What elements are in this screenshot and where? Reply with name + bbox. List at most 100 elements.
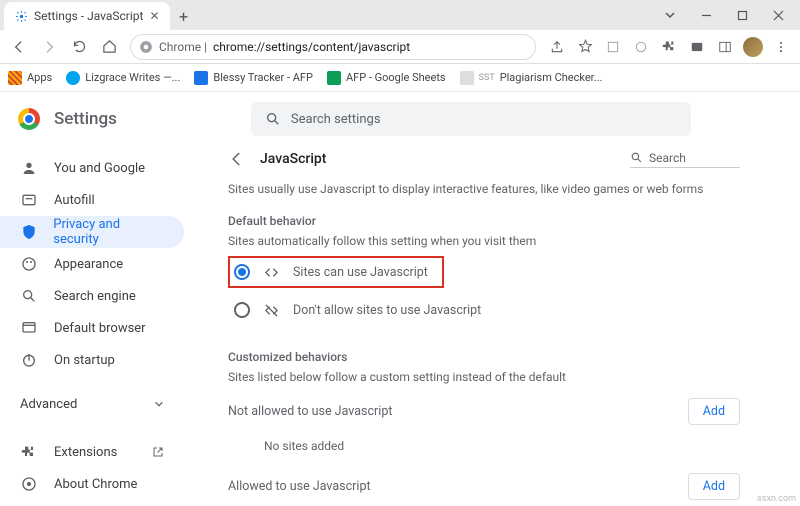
apps-icon: [8, 71, 22, 85]
site-icon: [460, 71, 474, 85]
reload-icon[interactable]: [66, 34, 92, 60]
gear-icon: [14, 9, 28, 23]
search-icon: [20, 288, 38, 304]
sidebar-item-label: Privacy and security: [53, 217, 164, 247]
customized-sub: Sites listed below follow a custom setti…: [228, 370, 740, 384]
bookmark-item[interactable]: Blessy Tracker - AFP: [194, 71, 313, 85]
shield-icon: [20, 224, 37, 240]
add-not-allowed-button[interactable]: Add: [688, 398, 740, 425]
sidebar-item-you-and-google[interactable]: You and Google: [0, 152, 184, 184]
bookmark-item[interactable]: Lizgrace Writes —...: [66, 71, 180, 85]
browser-tab[interactable]: Settings - JavaScript ✕: [4, 2, 170, 30]
radio-selected-icon: [234, 264, 250, 280]
tab-close-icon[interactable]: ✕: [149, 9, 159, 23]
chevron-down-icon[interactable]: [652, 1, 688, 29]
add-allowed-button[interactable]: Add: [688, 473, 740, 500]
no-sites-text: No sites added: [228, 500, 740, 506]
sidebar-advanced[interactable]: Advanced: [0, 386, 198, 422]
new-tab-button[interactable]: +: [170, 2, 198, 30]
no-sites-text: No sites added: [228, 425, 740, 459]
puzzle-icon[interactable]: [656, 34, 682, 60]
sidebar-item-appearance[interactable]: Appearance: [0, 248, 184, 280]
bookmark-label: Apps: [27, 71, 52, 84]
avatar[interactable]: [740, 34, 766, 60]
side-panel-icon[interactable]: [712, 34, 738, 60]
menu-icon[interactable]: [768, 34, 794, 60]
tab-title: Settings - JavaScript: [34, 9, 143, 23]
settings-sidebar: You and Google Autofill Privacy and secu…: [0, 146, 198, 506]
bookmark-label: AFP - Google Sheets: [346, 71, 446, 84]
bookmark-item[interactable]: SSTPlagiarism Checker...: [460, 71, 603, 85]
back-icon[interactable]: [6, 34, 32, 60]
extension-icon-1[interactable]: [628, 34, 654, 60]
back-icon[interactable]: [228, 150, 246, 168]
not-allowed-heading: Not allowed to use Javascript: [228, 404, 392, 419]
browser-icon: [20, 320, 38, 336]
code-icon: [264, 265, 279, 280]
site-icon: [66, 71, 80, 85]
star-icon[interactable]: [572, 34, 598, 60]
search-icon: [265, 111, 281, 127]
sidebar-item-privacy[interactable]: Privacy and security: [0, 216, 184, 248]
maximize-icon[interactable]: [724, 1, 760, 29]
address-bar[interactable]: Chrome | chrome://settings/content/javas…: [130, 34, 536, 60]
sidebar-item-label: Search engine: [54, 289, 136, 304]
sidebar-item-default-browser[interactable]: Default browser: [0, 312, 184, 344]
bookmark-label: Plagiarism Checker...: [500, 71, 603, 84]
settings-content: JavaScript Search Sites usually use Java…: [198, 146, 800, 506]
close-icon[interactable]: [760, 1, 796, 29]
advanced-label: Advanced: [20, 397, 77, 412]
sidebar-item-label: On startup: [54, 353, 115, 368]
chevron-down-icon: [154, 399, 164, 409]
customized-heading: Customized behaviors: [228, 350, 740, 364]
sidebar-item-search-engine[interactable]: Search engine: [0, 280, 184, 312]
option-label: Sites can use Javascript: [293, 265, 428, 280]
url-path: chrome://settings/content/javascript: [213, 40, 410, 54]
browser-toolbar: Chrome | chrome://settings/content/javas…: [0, 30, 800, 64]
option-block-js[interactable]: Don't allow sites to use Javascript: [228, 294, 740, 326]
reading-list-icon[interactable]: [600, 34, 626, 60]
sidebar-item-label: Extensions: [54, 445, 117, 460]
home-icon[interactable]: [96, 34, 122, 60]
forward-icon[interactable]: [36, 34, 62, 60]
sidebar-item-label: Default browser: [54, 321, 146, 336]
option-label: Don't allow sites to use Javascript: [293, 303, 481, 318]
url-prefix: Chrome |: [159, 40, 207, 54]
code-off-icon: [264, 303, 279, 318]
open-external-icon: [152, 446, 164, 458]
sidebar-item-label: You and Google: [54, 161, 145, 176]
sheets-icon: [327, 71, 341, 85]
bookmark-apps[interactable]: Apps: [8, 71, 52, 85]
option-allow-js[interactable]: Sites can use Javascript: [228, 256, 444, 288]
page-title: JavaScript: [260, 151, 326, 167]
watermark: ssxn.com: [757, 494, 796, 504]
search-placeholder: Search settings: [291, 112, 381, 127]
bookmark-label: Blessy Tracker - AFP: [213, 71, 313, 84]
content-search[interactable]: Search: [630, 151, 740, 168]
minimize-icon[interactable]: [688, 1, 724, 29]
intro-text: Sites usually use Javascript to display …: [228, 182, 740, 196]
extension-icon-2[interactable]: [684, 34, 710, 60]
sidebar-item-label: Autofill: [54, 193, 95, 208]
person-icon: [20, 160, 38, 176]
site-icon: [194, 71, 208, 85]
sidebar-item-extensions[interactable]: Extensions: [0, 436, 184, 468]
default-behavior-heading: Default behavior: [228, 214, 740, 228]
share-icon[interactable]: [544, 34, 570, 60]
allowed-heading: Allowed to use Javascript: [228, 479, 371, 494]
settings-header: Settings Search settings: [0, 92, 800, 146]
settings-search[interactable]: Search settings: [251, 102, 691, 136]
bookmark-item[interactable]: AFP - Google Sheets: [327, 71, 446, 85]
search-placeholder: Search: [649, 151, 686, 165]
power-icon: [20, 352, 38, 368]
chrome-icon: [139, 40, 153, 54]
sidebar-item-autofill[interactable]: Autofill: [0, 184, 184, 216]
search-icon: [630, 151, 643, 164]
palette-icon: [20, 256, 38, 272]
chrome-logo-icon: [18, 108, 40, 130]
sidebar-item-about[interactable]: About Chrome: [0, 468, 184, 500]
puzzle-icon: [20, 444, 38, 460]
radio-unselected-icon: [234, 302, 250, 318]
chrome-icon: [20, 476, 38, 492]
sidebar-item-on-startup[interactable]: On startup: [0, 344, 184, 376]
